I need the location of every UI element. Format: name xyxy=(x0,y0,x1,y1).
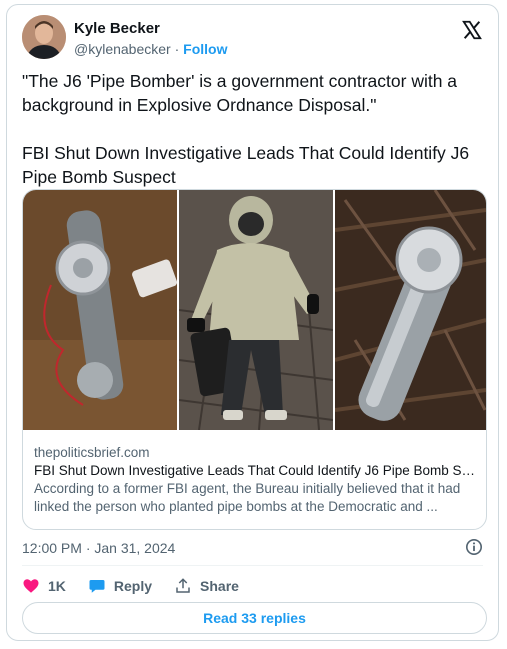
preview-image-pipe-bomb-ground xyxy=(23,190,177,430)
link-description: According to a former FBI agent, the Bur… xyxy=(34,481,461,514)
info-icon[interactable] xyxy=(465,538,483,556)
read-replies-button[interactable]: Read 33 replies xyxy=(22,602,487,634)
timestamp[interactable]: 12:00 PM · Jan 31, 2024 xyxy=(22,540,175,556)
author-handle-row: @kylenabecker · Follow xyxy=(74,41,227,57)
like-count: 1K xyxy=(48,578,66,594)
link-meta: thepoliticsbrief.com FBI Shut Down Inves… xyxy=(34,444,479,516)
preview-image-pipe-bomb-closeup xyxy=(335,190,486,430)
link-title: FBI Shut Down Investigative Leads That C… xyxy=(34,463,479,478)
reply-bubble-icon xyxy=(89,580,105,593)
share-label: Share xyxy=(200,578,239,594)
tweet-headline: FBI Shut Down Investigative Leads That C… xyxy=(22,143,470,187)
reply-label: Reply xyxy=(113,578,153,594)
avatar[interactable] xyxy=(22,15,66,59)
x-logo-icon[interactable] xyxy=(461,19,483,41)
preview-image-suspect xyxy=(179,190,333,430)
tweet-text: "The J6 'Pipe Bomber' is a government co… xyxy=(22,69,487,189)
follow-button[interactable]: Follow xyxy=(183,41,227,57)
author-handle[interactable]: @kylenabecker xyxy=(74,41,171,57)
heart-icon xyxy=(23,579,39,593)
link-preview-card[interactable]: thepoliticsbrief.com FBI Shut Down Inves… xyxy=(22,189,487,530)
like-button[interactable]: 1K xyxy=(22,577,66,595)
share-icon xyxy=(176,578,190,593)
action-bar: 1K Reply Share xyxy=(22,574,261,598)
separator: · xyxy=(170,41,184,57)
divider xyxy=(22,565,483,566)
reply-button[interactable]: Reply xyxy=(88,577,152,595)
link-domain: thepoliticsbrief.com xyxy=(34,445,150,460)
share-button[interactable]: Share xyxy=(174,577,239,595)
author-name[interactable]: Kyle Becker xyxy=(74,20,160,37)
tweet-card: Kyle Becker @kylenabecker · Follow "The … xyxy=(6,4,499,641)
link-preview-images[interactable] xyxy=(23,190,486,430)
tweet-quote: "The J6 'Pipe Bomber' is a government co… xyxy=(22,71,458,115)
